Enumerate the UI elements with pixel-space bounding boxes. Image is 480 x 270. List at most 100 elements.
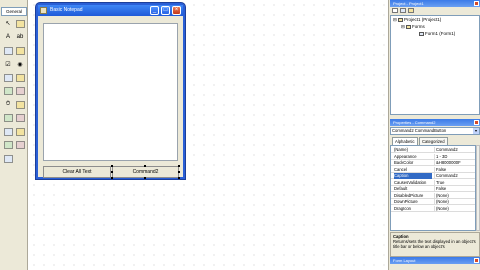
vscrollbar-icon[interactable] — [15, 87, 25, 96]
shape-icon[interactable] — [3, 127, 13, 136]
property-value[interactable]: (None) — [434, 192, 475, 199]
property-value[interactable]: &H8000000F — [434, 160, 475, 167]
tab-alphabetic[interactable]: Alphabetic — [392, 137, 418, 145]
property-value[interactable]: False — [434, 166, 475, 173]
property-description-text: Returns/sets the text displayed in an ob… — [393, 239, 476, 249]
resize-handle[interactable] — [178, 171, 180, 173]
property-value[interactable]: 1 - 3D — [434, 153, 475, 160]
property-value[interactable]: True — [434, 179, 475, 186]
close-icon[interactable] — [474, 120, 479, 125]
tab-categorized[interactable]: Categorized — [419, 137, 448, 145]
property-name: DisabledPicture — [394, 192, 424, 198]
frame-icon[interactable] — [3, 46, 13, 55]
textbox-icon[interactable]: ab — [15, 33, 25, 42]
form-layout-title: Form Layout — [390, 257, 480, 264]
hscrollbar-icon[interactable] — [3, 87, 13, 96]
property-row[interactable]: DisabledPicture (None) — [391, 192, 475, 199]
chevron-down-icon[interactable]: ▾ — [473, 128, 479, 134]
label-icon[interactable]: A — [3, 33, 13, 42]
clear-all-text-button[interactable]: Clear All Text — [43, 166, 111, 178]
property-row[interactable]: DragIcon (None) — [391, 205, 475, 212]
toggle-folders-icon[interactable] — [408, 8, 414, 13]
property-row[interactable]: Caption Command2 — [391, 173, 475, 180]
notepad-textbox[interactable] — [43, 23, 178, 161]
resize-handle[interactable] — [111, 177, 113, 179]
picturebox-icon[interactable] — [15, 19, 25, 28]
resize-handle[interactable] — [111, 171, 113, 173]
form-client-area: Clear All Text Command2 — [40, 18, 181, 179]
resize-handle[interactable] — [111, 165, 113, 167]
view-code-icon[interactable] — [392, 8, 398, 13]
form-icon — [419, 31, 424, 36]
property-value[interactable]: (None) — [434, 199, 475, 206]
property-row[interactable]: Default False — [391, 186, 475, 193]
toolbox: General ↖ Aab ☑ ◉ ⏱ — [0, 0, 28, 270]
property-name: Default — [394, 186, 408, 191]
project-explorer-toolbar — [390, 7, 480, 15]
form-window[interactable]: Basic Notepad _ □ × Clear All Text Comma… — [36, 3, 185, 179]
property-name: CausesValidation — [394, 179, 427, 185]
property-name: DragIcon — [394, 205, 411, 211]
project-explorer-title: Project - Project1 — [390, 0, 480, 7]
form-titlebar[interactable]: Basic Notepad _ □ × — [38, 5, 183, 16]
project-tree: ⊟ Project1 (Project1) ⊟ Forms Form1 (For… — [390, 15, 480, 115]
property-row[interactable]: DownPicture (None) — [391, 199, 475, 206]
tree-item-form1-label: Form1 (Form1) — [425, 31, 456, 36]
property-name: BackColor — [394, 160, 414, 165]
timer-icon[interactable]: ⏱ — [3, 100, 13, 109]
maximize-icon[interactable]: □ — [161, 6, 170, 15]
property-row[interactable]: CausesValidation True — [391, 179, 475, 186]
property-description: Caption Returns/sets the text displayed … — [390, 232, 480, 257]
tree-item-project[interactable]: ⊟ Project1 (Project1) — [393, 17, 441, 23]
resize-handle[interactable] — [178, 177, 180, 179]
data-icon[interactable] — [15, 141, 25, 150]
drivelistbox-icon[interactable] — [15, 100, 25, 109]
line-icon[interactable] — [15, 127, 25, 136]
right-dock: Project - Project1 ⊟ Project1 (Project1)… — [388, 0, 480, 270]
minimize-icon[interactable]: _ — [150, 6, 159, 15]
resize-handle[interactable] — [178, 165, 180, 167]
checkbox-icon[interactable]: ☑ — [3, 60, 13, 69]
view-object-icon[interactable] — [400, 8, 406, 13]
tree-item-form1[interactable]: Form1 (Form1) — [419, 31, 455, 37]
property-row[interactable]: (Name) Command2 — [391, 147, 475, 154]
resize-handle[interactable] — [144, 165, 146, 167]
project-icon — [398, 17, 404, 22]
tree-item-forms-label: Forms — [412, 24, 425, 29]
property-value[interactable]: Command2 — [434, 147, 475, 154]
collapse-icon[interactable]: ⊟ — [401, 24, 405, 29]
close-icon[interactable] — [474, 258, 479, 263]
combobox-icon[interactable] — [3, 73, 13, 82]
close-icon[interactable] — [474, 1, 479, 6]
property-row[interactable]: Cancel False — [391, 166, 475, 173]
filelistbox-icon[interactable] — [15, 114, 25, 123]
collapse-icon[interactable]: ⊟ — [393, 17, 397, 22]
pointer-icon[interactable]: ↖ — [3, 19, 13, 28]
property-value[interactable]: False — [434, 186, 475, 193]
properties-window-title: Properties - Command2 — [390, 119, 480, 126]
listbox-icon[interactable] — [15, 73, 25, 82]
property-value[interactable]: Command2 — [434, 173, 475, 180]
tree-item-forms-folder[interactable]: ⊟ Forms — [401, 24, 425, 30]
close-icon[interactable]: × — [172, 6, 181, 15]
object-selector-dropdown[interactable]: Command2 CommandButton ▾ — [390, 127, 480, 135]
property-value[interactable]: (None) — [434, 205, 475, 212]
commandbutton-icon[interactable] — [15, 46, 25, 55]
toolbox-tab-general[interactable]: General — [1, 7, 27, 16]
ole-icon[interactable] — [3, 154, 13, 163]
property-name: Appearance — [394, 153, 417, 159]
resize-handle[interactable] — [144, 177, 146, 179]
object-selector-value: Command2 CommandButton — [392, 128, 447, 133]
property-grid-scrollbar[interactable] — [476, 145, 480, 231]
form-title: Basic Notepad — [50, 7, 83, 13]
form-app-icon — [40, 7, 47, 14]
property-row[interactable]: Appearance 1 - 3D — [391, 153, 475, 160]
project-explorer-title-text: Project - Project1 — [393, 1, 424, 6]
optionbutton-icon[interactable]: ◉ — [15, 60, 25, 69]
property-grid: (Name) Command2 Appearance 1 - 3D BackColor &… — [390, 145, 476, 231]
properties-window-title-text: Properties - Command2 — [393, 120, 436, 125]
dirlistbox-icon[interactable] — [3, 114, 13, 123]
property-name: Cancel — [394, 166, 408, 172]
image-icon[interactable] — [3, 141, 13, 150]
property-row[interactable]: BackColor &H8000000F — [391, 160, 475, 167]
